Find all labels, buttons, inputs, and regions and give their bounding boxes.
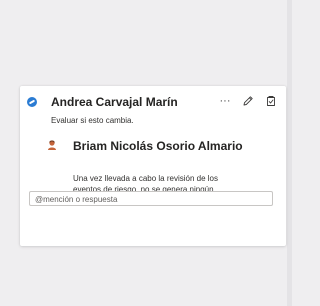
reply-author: Briam Nicolás Osorio Almario xyxy=(73,139,243,153)
edit-comment-button[interactable] xyxy=(241,93,255,109)
pane-scroll-edge xyxy=(287,0,292,306)
comment-body: Evaluar si esto cambia. xyxy=(51,116,134,125)
comment-actions: ··· xyxy=(218,92,278,110)
resolve-icon xyxy=(267,96,275,106)
person-circle-icon xyxy=(27,97,37,107)
pencil-icon xyxy=(243,96,253,106)
person-icon xyxy=(48,140,56,150)
reply-input[interactable]: @mención o respuesta xyxy=(29,191,273,206)
more-options-button[interactable]: ··· xyxy=(218,93,232,109)
comment-header: Andrea Carvajal Marín ··· xyxy=(20,86,286,116)
resolve-thread-button[interactable] xyxy=(264,93,278,109)
comment-author: Andrea Carvajal Marín xyxy=(51,95,178,109)
more-icon: ··· xyxy=(219,95,231,107)
comment-thread-card[interactable]: Andrea Carvajal Marín ··· Evaluar si est… xyxy=(20,86,286,246)
